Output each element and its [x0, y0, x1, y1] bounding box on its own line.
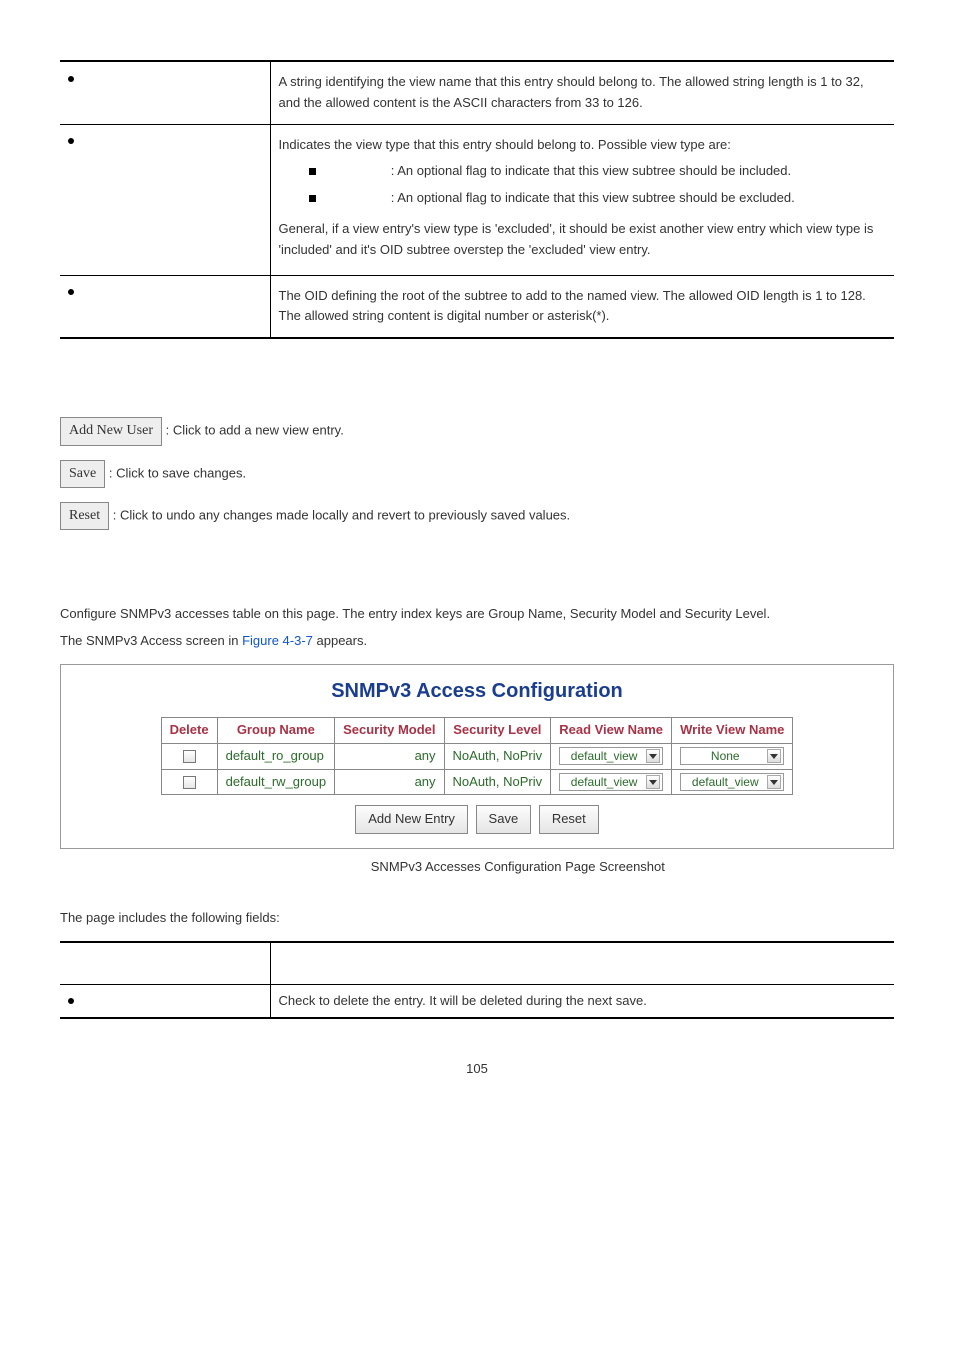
write-view-select[interactable]: default_view: [680, 773, 784, 791]
reset-button[interactable]: Reset: [60, 502, 109, 530]
param-desc: The OID defining the root of the subtree…: [279, 282, 887, 332]
select-value: default_view: [564, 773, 644, 792]
save-desc: : Click to save changes.: [109, 465, 246, 480]
reset-desc: : Click to undo any changes made locally…: [113, 508, 570, 523]
accesses-intro-2a: The SNMPv3 Access screen in: [60, 633, 242, 648]
accesses-intro-1: Configure SNMPv3 accesses table on this …: [60, 604, 894, 625]
col-group-name: Group Name: [217, 717, 334, 743]
table-row: default_ro_group any NoAuth, NoPriv defa…: [161, 743, 793, 769]
field-desc: Check to delete the entry. It will be de…: [270, 984, 894, 1018]
cell-model: any: [335, 769, 444, 795]
col-security-model: Security Model: [335, 717, 444, 743]
snmp-access-panel: SNMPv3 Access Configuration Delete Group…: [60, 664, 894, 849]
col-read-view: Read View Name: [551, 717, 672, 743]
figure-caption-b: SNMPv3 Accesses Configuration Page Scree…: [371, 859, 665, 874]
write-view-select[interactable]: None: [680, 747, 784, 765]
add-new-user-button[interactable]: Add New User: [60, 417, 162, 445]
page-number: 105: [60, 1059, 894, 1080]
select-value: default_view: [685, 773, 765, 792]
accesses-intro-2b: appears.: [317, 633, 368, 648]
save-button[interactable]: Save: [60, 460, 105, 488]
table-row: default_rw_group any NoAuth, NoPriv defa…: [161, 769, 793, 795]
fields-intro: The page includes the following fields:: [60, 908, 894, 929]
subitem-text: : An optional flag to indicate that this…: [391, 190, 795, 205]
panel-reset-button[interactable]: Reset: [539, 805, 599, 834]
cell-group: default_rw_group: [217, 769, 334, 795]
col-security-level: Security Level: [444, 717, 551, 743]
param-outro: General, if a view entry's view type is …: [279, 219, 887, 261]
chevron-down-icon: [767, 775, 781, 789]
col-write-view: Write View Name: [672, 717, 793, 743]
square-bullet-icon: [309, 168, 316, 175]
add-new-user-desc: : Click to add a new view entry.: [166, 423, 344, 438]
cell-group: default_ro_group: [217, 743, 334, 769]
bullet-icon: [68, 998, 74, 1004]
square-bullet-icon: [309, 195, 316, 202]
panel-save-button[interactable]: Save: [476, 805, 532, 834]
select-value: None: [685, 747, 765, 766]
param-table: View Name A string identifying the view …: [60, 60, 894, 339]
col-delete: Delete: [161, 717, 217, 743]
cell-level: NoAuth, NoPriv: [444, 743, 551, 769]
param-desc: A string identifying the view name that …: [279, 68, 887, 118]
chevron-down-icon: [646, 775, 660, 789]
cell-model: any: [335, 743, 444, 769]
param-intro: Indicates the view type that this entry …: [279, 135, 887, 156]
delete-checkbox[interactable]: [183, 776, 196, 789]
read-view-select[interactable]: default_view: [559, 773, 663, 791]
bullet-icon: [68, 138, 74, 144]
panel-title: SNMPv3 Access Configuration: [81, 675, 873, 707]
table-header-object: Object: [60, 942, 270, 984]
chevron-down-icon: [767, 749, 781, 763]
select-value: default_view: [564, 747, 644, 766]
read-view-select[interactable]: default_view: [559, 747, 663, 765]
table-header-description: Description: [270, 942, 894, 984]
chevron-down-icon: [646, 749, 660, 763]
bullet-icon: [68, 289, 74, 295]
bullet-icon: [68, 76, 74, 82]
delete-checkbox[interactable]: [183, 750, 196, 763]
figure-ref-link[interactable]: Figure 4-3-7: [242, 633, 313, 648]
add-new-entry-button[interactable]: Add New Entry: [355, 805, 468, 834]
snmp-access-table: Delete Group Name Security Model Securit…: [161, 717, 794, 795]
subitem-text: : An optional flag to indicate that this…: [391, 163, 791, 178]
fields-table: Object Description Delete Check to delet…: [60, 941, 894, 1020]
cell-level: NoAuth, NoPriv: [444, 769, 551, 795]
